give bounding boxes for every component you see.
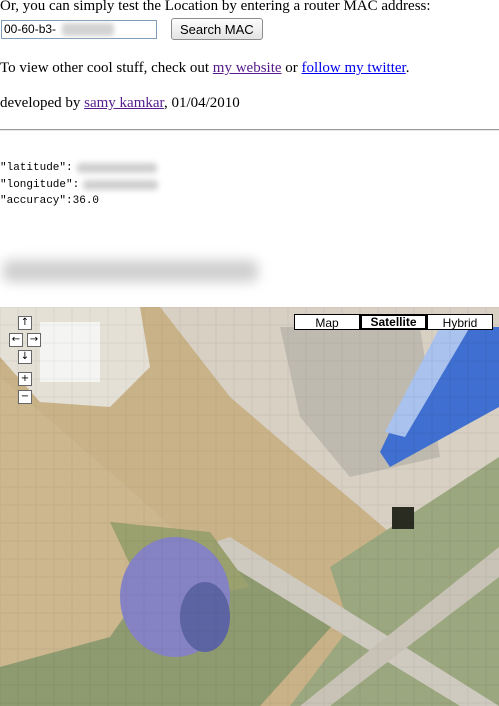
search-mac-button[interactable]: Search MAC	[171, 18, 263, 40]
mac-address-input[interactable]: 00-60-b3-	[1, 19, 157, 39]
pan-down-button[interactable]: ↓	[18, 350, 32, 364]
address-heading-redacted	[3, 260, 258, 282]
follow-twitter-link[interactable]: follow my twitter	[302, 60, 406, 76]
intro-text: Or, you can simply test the Location by …	[0, 0, 431, 14]
map-type-hybrid-button[interactable]: Hybrid	[427, 314, 493, 330]
links-line: To view other cool stuff, check out my w…	[0, 59, 409, 77]
zoom-in-button[interactable]: +	[18, 372, 32, 386]
credit-prefix: developed by	[0, 95, 85, 111]
map-type-map-button[interactable]: Map	[294, 314, 360, 330]
pan-left-button[interactable]: ←	[9, 333, 23, 347]
mac-address-redacted	[62, 22, 114, 36]
links-suffix: .	[405, 60, 410, 76]
links-prefix: To view other cool stuff, check out	[0, 60, 213, 76]
accuracy-line: "accuracy":36.0	[0, 195, 100, 207]
mac-search-form: 00-60-b3- Search MAC	[1, 18, 263, 40]
satellite-imagery	[0, 307, 499, 706]
longitude-value-redacted	[83, 179, 159, 190]
credit-line: developed by samy kamkar, 01/04/2010	[0, 94, 240, 112]
credit-suffix: , 01/04/2010	[163, 95, 240, 111]
latitude-key: "latitude":	[0, 162, 73, 174]
latitude-value-redacted	[76, 163, 157, 174]
pan-up-button[interactable]: ↑	[18, 316, 32, 330]
zoom-out-button[interactable]: −	[18, 390, 32, 404]
my-website-link[interactable]: my website	[213, 60, 282, 76]
location-result: "latitude": "longitude": "accuracy":36.0	[0, 160, 159, 210]
satellite-map[interactable]: ↑ ← → ↓ + − Map Satellite Hybrid	[0, 307, 499, 706]
author-link[interactable]: samy kamkar	[84, 95, 164, 111]
map-type-satellite-button[interactable]: Satellite	[360, 314, 427, 330]
mac-address-value: 00-60-b3-	[4, 21, 57, 36]
longitude-key: "longitude":	[0, 178, 80, 191]
pan-right-button[interactable]: →	[27, 333, 41, 347]
links-connector: or	[281, 60, 302, 76]
horizontal-divider	[0, 129, 499, 131]
